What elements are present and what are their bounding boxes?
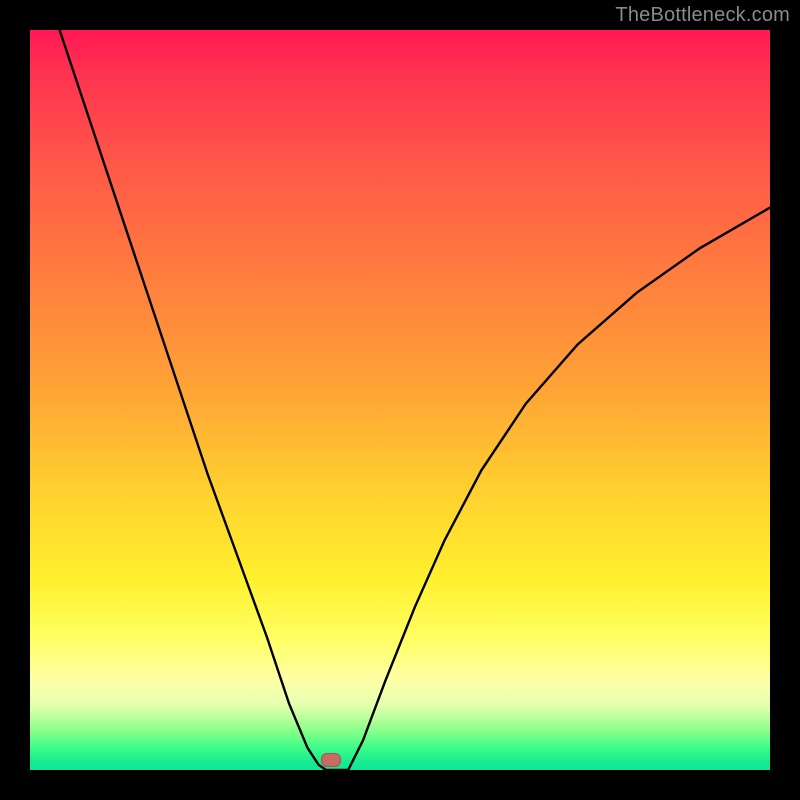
plot-area [30,30,770,770]
watermark-text: TheBottleneck.com [615,4,790,27]
bottleneck-curve [30,30,770,770]
outer-frame: TheBottleneck.com [0,0,800,800]
min-marker [321,753,341,767]
